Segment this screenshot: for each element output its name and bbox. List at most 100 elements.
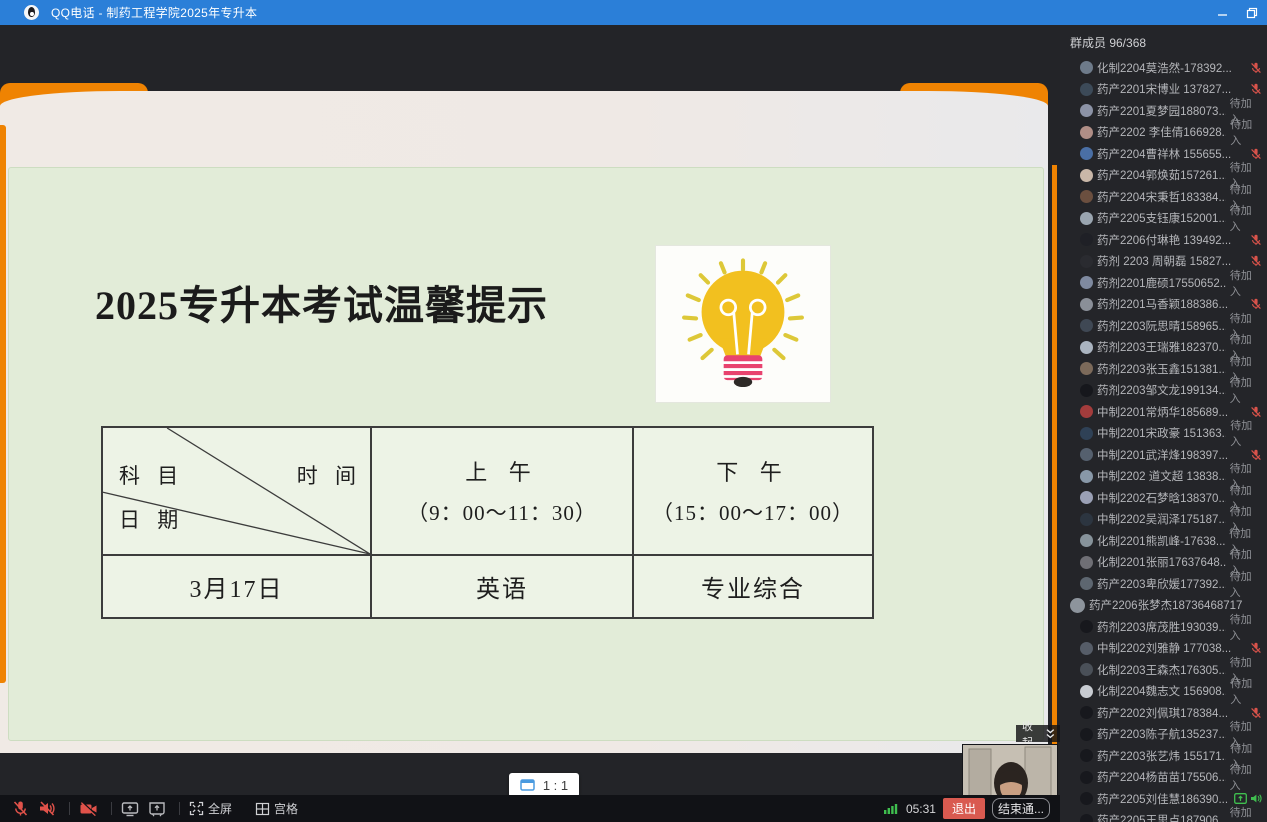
speaker-on-icon — [1250, 793, 1262, 804]
call-toolbar: 全屏 宫格 05:31 退出 结束通... — [0, 795, 1060, 822]
member-row[interactable]: 药产2203卑欣媛177392... 待加入 — [1060, 573, 1267, 595]
member-avatar — [1080, 642, 1093, 655]
mic-off-icon — [12, 800, 29, 817]
mic-muted-icon — [1250, 449, 1262, 461]
waiting-label: 待加入 — [1226, 568, 1262, 600]
member-avatar — [1080, 147, 1093, 160]
window-ratio-icon — [520, 779, 535, 791]
collapse-button[interactable]: 收起 — [1016, 725, 1060, 742]
table-cell-date: 3月17日 — [103, 556, 372, 617]
fullscreen-icon — [189, 801, 204, 816]
camera-off-button[interactable] — [79, 801, 98, 817]
member-avatar — [1080, 771, 1093, 784]
shared-screen-area: 2025专升本考试温馨提示 — [0, 25, 1060, 795]
member-row[interactable]: 药产2204杨苗苗175506... 待加入 — [1060, 767, 1267, 789]
mic-muted-status — [1246, 255, 1262, 267]
self-video-frame — [963, 745, 1058, 795]
mic-muted-icon — [1250, 707, 1262, 719]
member-row[interactable]: 药剂2201鹿硕17550652... 待加入 — [1060, 272, 1267, 294]
slide-orange-strip-left — [0, 125, 6, 683]
minimize-button[interactable] — [1207, 0, 1237, 25]
member-avatar — [1080, 470, 1093, 483]
member-avatar — [1080, 276, 1093, 289]
member-name: 中制2201宋政豪 151363... — [1097, 425, 1226, 441]
member-row[interactable]: 药产2205王思点187906... 待加入 — [1060, 810, 1267, 822]
screen-share-button[interactable] — [121, 801, 139, 817]
member-row[interactable]: 化制2204魏志文 156908... 待加入 — [1060, 681, 1267, 703]
waiting-label: 待加入 — [1226, 202, 1262, 234]
member-avatar — [1080, 61, 1093, 74]
member-name: 药产2205支钰康152001... — [1097, 210, 1226, 226]
end-call-button[interactable]: 结束通... — [992, 798, 1050, 819]
member-row[interactable]: 药产2202 李佳倩166928... 待加入 — [1060, 122, 1267, 144]
mic-muted-icon — [1250, 255, 1262, 267]
slide-title: 2025专升本考试温馨提示 — [95, 273, 615, 331]
member-avatar — [1080, 104, 1093, 117]
diagonal-lines — [103, 428, 370, 554]
member-avatar — [1080, 706, 1093, 719]
member-row[interactable]: 药剂2203席茂胜193039... 待加入 — [1060, 616, 1267, 638]
corner-time-label: 时 间 — [297, 460, 362, 490]
toolbar-divider — [111, 802, 112, 815]
self-video-thumbnail[interactable]: 薛静15093632597 — [962, 744, 1058, 795]
mic-muted-icon — [1250, 406, 1262, 418]
member-avatar — [1080, 362, 1093, 375]
member-name: 药产2204曹祥林 155655... — [1097, 146, 1231, 162]
member-name: 药剂 2203 周朝磊 15827... — [1097, 253, 1231, 269]
toolbar-divider — [69, 802, 70, 815]
pm-time: （15：00～17：00） — [652, 497, 854, 527]
member-avatar — [1080, 534, 1093, 547]
table-cell-am-subject: 英语 — [372, 556, 634, 617]
mic-muted-status — [1246, 707, 1262, 719]
mic-muted-icon — [1250, 642, 1262, 654]
member-row[interactable]: 中制2201宋政豪 151363... 待加入 — [1060, 423, 1267, 445]
whiteboard-share-button[interactable] — [148, 801, 166, 817]
fullscreen-label: 全屏 — [208, 800, 232, 817]
member-name: 药产2203张艺炜 155171... — [1097, 748, 1226, 764]
whiteboard-icon — [148, 801, 166, 817]
call-timer: 05:31 — [906, 802, 936, 816]
member-avatar — [1080, 663, 1093, 676]
member-name: 药产2201宋博业 137827... — [1097, 81, 1231, 97]
member-name: 化制2204魏志文 156908... — [1097, 683, 1226, 699]
mic-muted-status — [1246, 83, 1262, 95]
mic-muted-icon — [1250, 298, 1262, 310]
member-name: 中制2202石梦晗138370... — [1097, 490, 1226, 506]
fullscreen-button[interactable]: 全屏 — [189, 800, 232, 817]
member-avatar — [1080, 749, 1093, 762]
member-avatar — [1080, 491, 1093, 504]
member-row[interactable]: 药剂2203邹文龙199134... 待加入 — [1060, 380, 1267, 402]
member-name: 药剂2203邹文龙199134... — [1097, 382, 1226, 398]
am-time: （9：00～11：30） — [407, 497, 597, 527]
titlebar: QQ电话 - 制药工程学院2025年专升本 — [0, 0, 1267, 25]
member-avatar — [1080, 341, 1093, 354]
restore-button[interactable] — [1237, 0, 1267, 25]
member-name: 化制2203王森杰176305... — [1097, 662, 1226, 678]
member-avatar — [1080, 255, 1093, 268]
mic-muted-icon — [1250, 234, 1262, 246]
exit-button[interactable]: 退出 — [943, 798, 985, 819]
member-avatar — [1080, 685, 1093, 698]
member-name: 药产2201夏梦园188073... — [1097, 103, 1226, 119]
member-avatar — [1080, 83, 1093, 96]
ratio-label: 1 : 1 — [543, 778, 568, 793]
member-row[interactable]: 化制2204莫浩然-178392... — [1060, 57, 1267, 79]
member-name: 药产2205刘佳慧186390... — [1097, 791, 1228, 807]
mic-muted-status — [1246, 234, 1262, 246]
mic-off-button[interactable] — [12, 800, 29, 817]
member-name: 药产2204郭焕茹157261... — [1097, 167, 1226, 183]
lightbulb-image — [655, 245, 831, 403]
exam-schedule-table: 科 目 时 间 日 期 上 午 （9：00～11：30） 下 午 （15：00～… — [101, 426, 874, 619]
member-list: 化制2204莫浩然-178392... 药产2201宋博业 137827... … — [1060, 57, 1267, 822]
double-chevron-down-icon — [1045, 728, 1056, 740]
member-avatar — [1080, 448, 1093, 461]
table-cell-pm-subject: 专业综合 — [634, 556, 872, 617]
member-avatar — [1080, 233, 1093, 246]
lightbulb-icon — [662, 251, 824, 397]
member-row[interactable]: 药产2205支钰康152001... 待加入 — [1060, 208, 1267, 230]
speaker-off-button[interactable] — [38, 800, 56, 817]
mic-muted-icon — [1250, 83, 1262, 95]
member-name: 中制2202吴润泽175187... — [1097, 511, 1226, 527]
ratio-button[interactable]: 1 : 1 — [509, 773, 579, 795]
grid-view-button[interactable]: 宫格 — [255, 800, 298, 817]
